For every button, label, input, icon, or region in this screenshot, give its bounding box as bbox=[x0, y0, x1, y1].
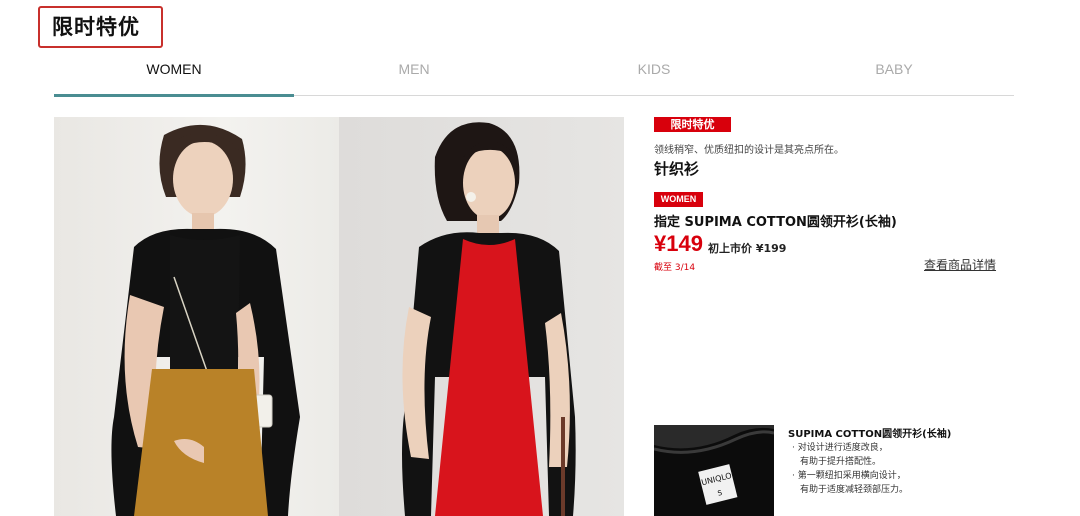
feature-line: 有助于提升搭配性。 bbox=[800, 457, 882, 467]
feature-line: · 第一颗纽扣采用横向设计， bbox=[792, 471, 906, 481]
sale-price: ¥149 bbox=[654, 231, 703, 256]
category-tabs: WOMEN MEN KIDS BABY bbox=[54, 56, 1014, 97]
sale-deadline: 截至 3/14 bbox=[654, 263, 696, 273]
flash-sale-badge: 限时特优 bbox=[654, 117, 731, 132]
product-category: 针织衫 bbox=[654, 160, 700, 178]
feature-line: 有助于适度减轻颈部压力。 bbox=[800, 485, 909, 495]
tab-women[interactable]: WOMEN bbox=[54, 56, 294, 97]
product-photo-cardigan-red-dress[interactable] bbox=[339, 117, 624, 516]
gender-badge: WOMEN bbox=[654, 192, 703, 207]
feature-line: · 对设计进行适度改良， bbox=[792, 443, 888, 453]
product-photo-cardigan-mustard-skirt[interactable] bbox=[54, 117, 339, 516]
original-price: 初上市价 ¥199 bbox=[708, 242, 787, 255]
feature-list: · 对设计进行适度改良， 有助于提升搭配性。 · 第一颗纽扣采用横向设计， 有助… bbox=[792, 441, 908, 497]
view-details-link[interactable]: 查看商品详情 bbox=[924, 256, 996, 273]
product-name[interactable]: 指定 SUPIMA COTTON圆领开衫(长袖) bbox=[654, 211, 897, 230]
collar-detail-image: UNIQLO S bbox=[654, 425, 774, 505]
model-illustration bbox=[111, 124, 300, 516]
model-illustration bbox=[402, 122, 576, 516]
tab-kids[interactable]: KIDS bbox=[534, 56, 774, 96]
page-title: 限时特优 bbox=[52, 15, 140, 39]
tab-men[interactable]: MEN bbox=[294, 56, 534, 96]
fabric-detail-thumbnail[interactable]: UNIQLO S bbox=[654, 425, 774, 516]
feature-title: SUPIMA COTTON圆领开衫(长袖) bbox=[788, 429, 952, 440]
product-description: 领线稍窄、优质纽扣的设计是其亮点所在。 bbox=[654, 145, 844, 156]
tab-baby[interactable]: BABY bbox=[774, 56, 1014, 96]
